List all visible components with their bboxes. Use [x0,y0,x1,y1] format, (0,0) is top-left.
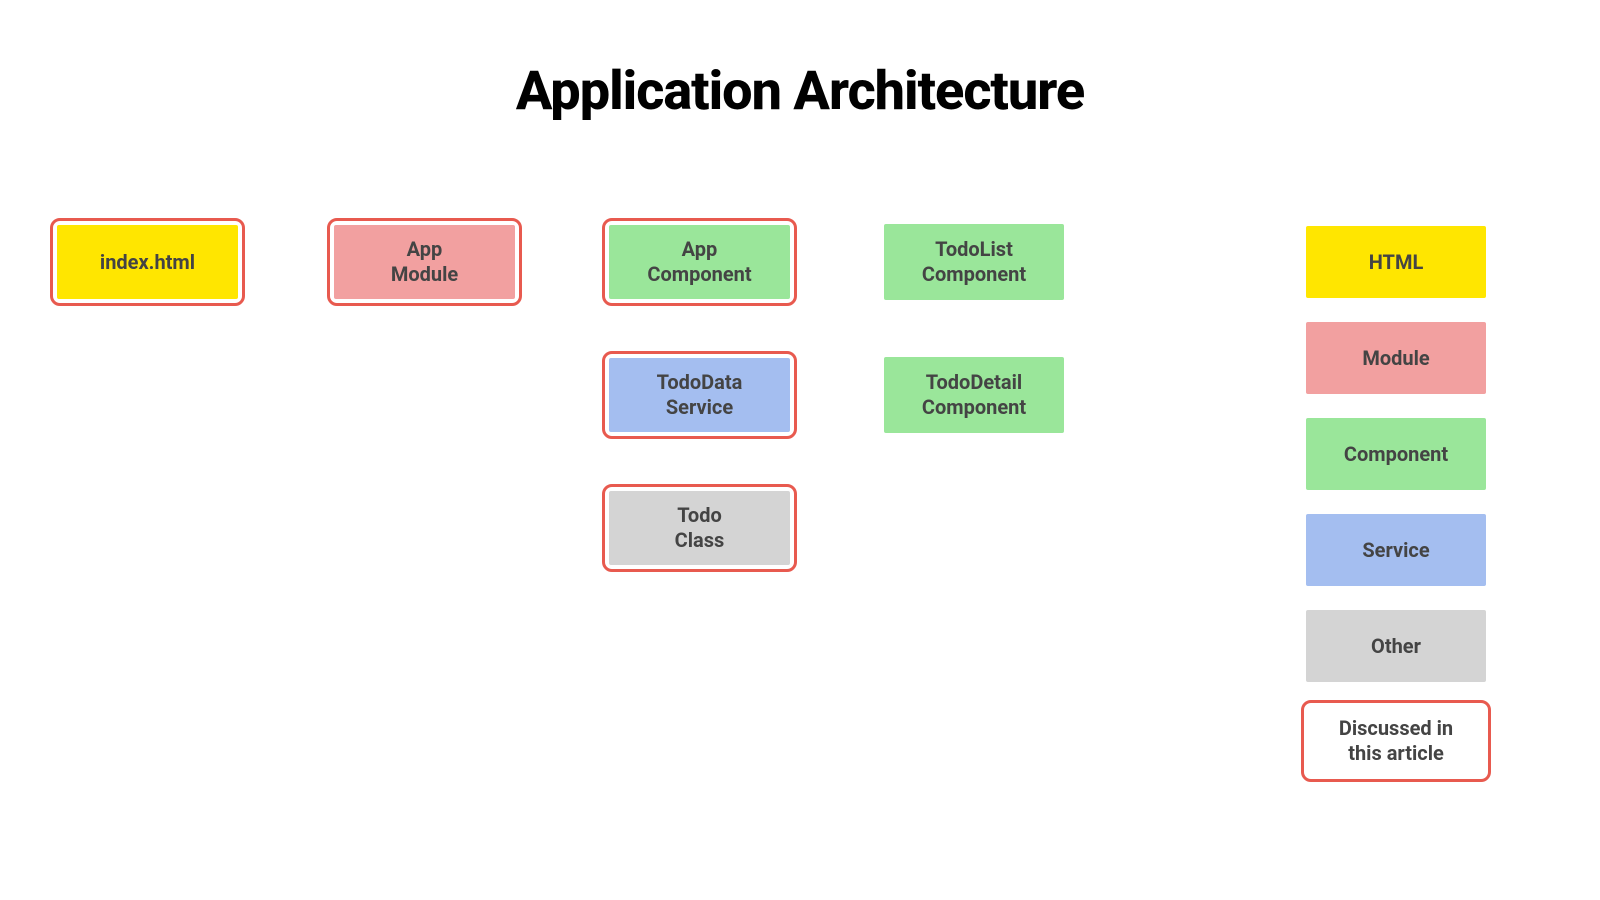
node-index-html: index.html [50,218,245,306]
node-label-line2: Component [647,262,751,287]
legend-other: Other [1306,610,1486,682]
node-app-component: App Component [602,218,797,306]
legend-module: Module [1306,322,1486,394]
legend-label: Component [1344,442,1448,467]
node-label-line1: App [391,237,458,262]
node-tododata-service: TodoData Service [602,351,797,439]
node-label-line1: Todo [675,503,725,528]
legend-label: Module [1362,346,1429,371]
legend-discussed-line2: this article [1339,741,1453,766]
legend-discussed-line1: Discussed in [1339,716,1453,741]
node-label-line1: TodoDetail [922,370,1026,395]
node-label-line2: Component [922,395,1026,420]
node-label-line2: Component [922,262,1026,287]
node-tododetail-component: TodoDetail Component [884,357,1064,433]
node-app-module: App Module [327,218,522,306]
diagram-title: Application Architecture [0,60,1600,123]
legend-html: HTML [1306,226,1486,298]
node-todolist-component: TodoList Component [884,224,1064,300]
legend-discussed: Discussed in this article [1301,700,1491,782]
node-todo-class: Todo Class [602,484,797,572]
legend-label: HTML [1369,250,1424,275]
node-label-line1: TodoList [922,237,1026,262]
node-label-line2: Service [657,395,743,420]
legend-label: Service [1362,538,1429,563]
legend-service: Service [1306,514,1486,586]
node-label-line2: Module [391,262,458,287]
node-label-line1: App [647,237,751,262]
legend-component: Component [1306,418,1486,490]
node-label-line1: TodoData [657,370,743,395]
node-label: index.html [100,250,195,275]
legend-label: Other [1371,634,1421,659]
node-label-line2: Class [675,528,725,553]
